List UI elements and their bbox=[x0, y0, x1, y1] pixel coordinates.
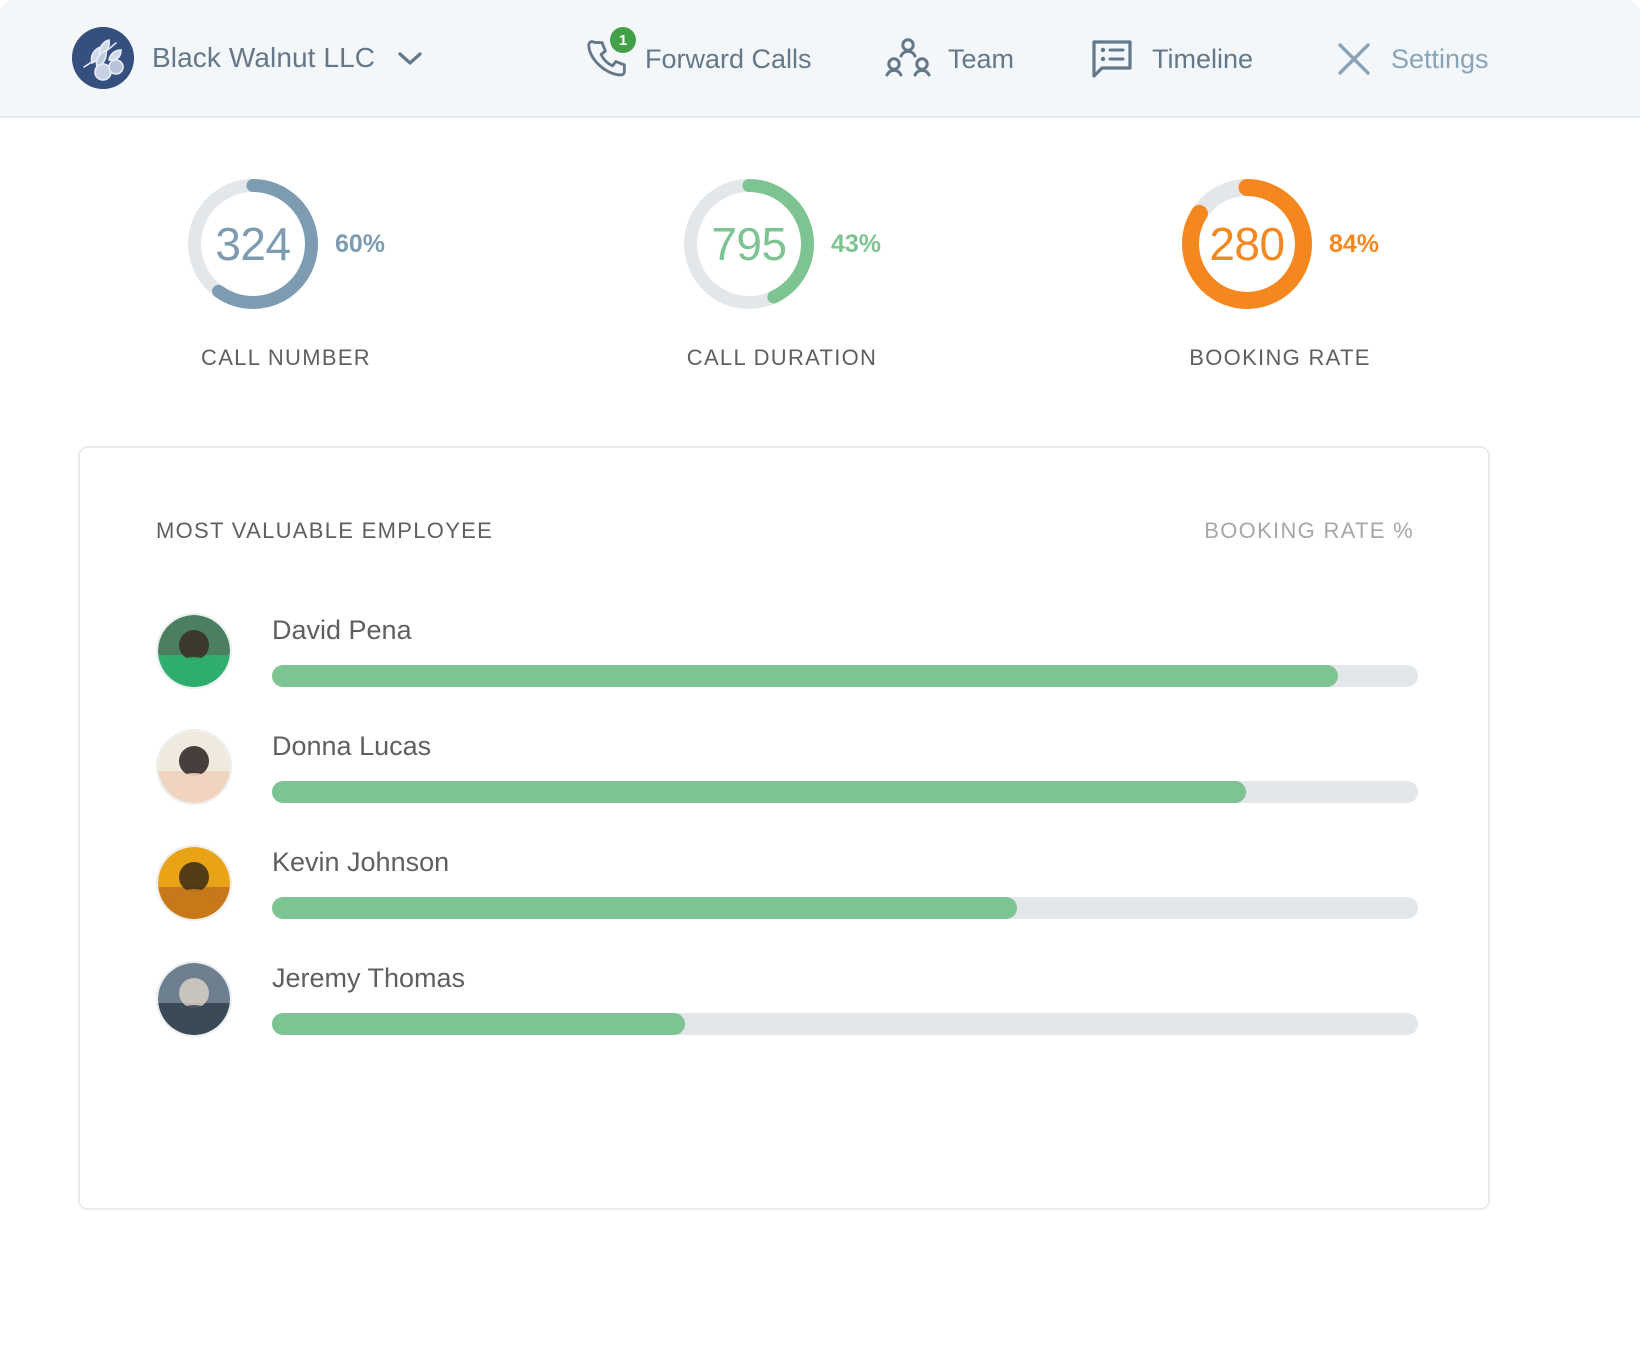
table-row[interactable]: David Pena bbox=[156, 603, 1488, 719]
stats-row: 324 60% CALL NUMBER 795 43% CALL DURATIO… bbox=[0, 118, 1640, 438]
close-x-icon bbox=[1333, 38, 1375, 80]
avatar-kevin-johnson bbox=[156, 845, 232, 921]
chevron-down-icon[interactable] bbox=[397, 50, 423, 66]
timeline-chat-icon bbox=[1090, 37, 1136, 81]
nav-item-forward-calls[interactable]: 1 Forward Calls bbox=[583, 0, 812, 118]
stat-label-call-number: CALL NUMBER bbox=[201, 345, 371, 370]
avatar-david-pena bbox=[156, 613, 232, 689]
stat-label-call-duration: CALL DURATION bbox=[686, 345, 878, 370]
top-header: Black Walnut LLC 1 Forward Calls Team Ti… bbox=[0, 0, 1640, 118]
stat-call-duration: 795 43% CALL DURATION bbox=[572, 178, 992, 371]
booking-rate-bar-track bbox=[272, 665, 1418, 687]
booking-rate-bar-fill bbox=[272, 897, 1017, 919]
stat-value-call-duration: 795 bbox=[711, 218, 787, 270]
employee-name: Jeremy Thomas bbox=[272, 963, 466, 993]
card-subtitle: BOOKING RATE % bbox=[1204, 518, 1414, 543]
forward-calls-badge: 1 bbox=[610, 27, 636, 53]
booking-rate-bar-fill bbox=[272, 665, 1338, 687]
employee-name: Donna Lucas bbox=[272, 731, 432, 761]
table-row[interactable]: Jeremy Thomas bbox=[156, 951, 1488, 1067]
stat-call-number: 324 60% CALL NUMBER bbox=[76, 178, 496, 371]
team-people-icon bbox=[884, 37, 932, 81]
stat-label-booking-rate: BOOKING RATE bbox=[1189, 345, 1371, 370]
ring-wrap-call-duration: 795 43% bbox=[683, 178, 881, 310]
employee-name: Kevin Johnson bbox=[272, 847, 450, 877]
brand-selector[interactable]: Black Walnut LLC bbox=[72, 27, 423, 89]
stat-percent-call-duration: 43% bbox=[830, 229, 882, 258]
donut-booking-rate: 280 bbox=[1181, 178, 1313, 310]
donut-call-number: 324 bbox=[187, 178, 319, 310]
stat-value-call-number: 324 bbox=[215, 218, 291, 270]
nav-label-forward-calls: Forward Calls bbox=[645, 43, 812, 74]
walnut-branch-logo-icon bbox=[72, 27, 134, 89]
booking-rate-bar-track bbox=[272, 897, 1418, 919]
mvp-card: MOST VALUABLE EMPLOYEE BOOKING RATE % Da… bbox=[78, 446, 1490, 1210]
stat-booking-rate: 280 84% BOOKING RATE bbox=[1070, 178, 1490, 371]
stat-value-booking-rate: 280 bbox=[1209, 218, 1285, 270]
table-row[interactable]: Donna Lucas bbox=[156, 719, 1488, 835]
ring-wrap-booking-rate: 280 84% bbox=[1181, 178, 1379, 310]
booking-rate-bar-track bbox=[272, 781, 1418, 803]
card-header: MOST VALUABLE EMPLOYEE BOOKING RATE % bbox=[156, 518, 1488, 548]
nav-item-settings[interactable]: Settings bbox=[1333, 0, 1489, 118]
page-title: MOST VALUABLE EMPLOYEE bbox=[156, 518, 494, 543]
donut-call-duration: 795 bbox=[683, 178, 815, 310]
avatar-donna-lucas bbox=[156, 729, 232, 805]
app-window: Black Walnut LLC 1 Forward Calls Team Ti… bbox=[0, 0, 1640, 1346]
nav-label-timeline: Timeline bbox=[1152, 43, 1254, 74]
nav-item-team[interactable]: Team bbox=[884, 0, 1014, 118]
nav-label-team: Team bbox=[948, 43, 1015, 74]
stat-percent-call-number: 60% bbox=[334, 229, 386, 258]
table-row[interactable]: Kevin Johnson bbox=[156, 835, 1488, 951]
booking-rate-bar-fill bbox=[272, 781, 1247, 803]
employee-name: David Pena bbox=[272, 615, 412, 645]
phone-forward-icon: 1 bbox=[583, 27, 636, 82]
ring-wrap-call-number: 324 60% bbox=[187, 178, 385, 310]
employee-list: David Pena Donna Lucas Kevin Johnson Jeremy… bbox=[156, 603, 1488, 1067]
brand-name: Black Walnut LLC bbox=[152, 42, 376, 73]
booking-rate-bar-fill bbox=[272, 1013, 685, 1035]
booking-rate-bar-track bbox=[272, 1013, 1418, 1035]
nav-label-settings: Settings bbox=[1391, 43, 1489, 74]
avatar-jeremy-thomas bbox=[156, 961, 232, 1037]
nav-item-timeline[interactable]: Timeline bbox=[1090, 0, 1253, 118]
stat-percent-booking-rate: 84% bbox=[1328, 229, 1380, 258]
